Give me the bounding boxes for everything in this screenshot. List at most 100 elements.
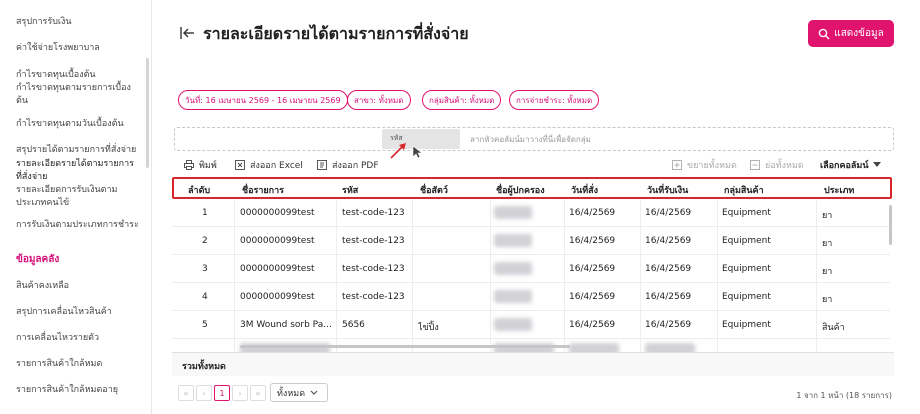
- filter-chip-payment[interactable]: การจ่ายชำระ: ทั้งหมด: [509, 90, 600, 110]
- cell-item-name: 0000000099test: [240, 264, 315, 274]
- sidebar-item-profit-loss-by-day[interactable]: กำไรขาดทุนตามวันเบื้องต้น: [16, 116, 124, 130]
- cell-product-group: Equipment: [722, 208, 771, 218]
- cell-index: 2: [202, 236, 208, 246]
- excel-file-icon: [235, 160, 245, 170]
- redacted-owner-name: [494, 262, 532, 275]
- cell-pet-name: ไข่ปิ้ง: [418, 323, 439, 333]
- mouse-cursor-icon: [412, 145, 423, 159]
- cell-code: test-code-123: [342, 208, 405, 218]
- pager-next-button[interactable]: ›: [232, 385, 248, 401]
- cell-product-group: Equipment: [722, 236, 771, 246]
- cell-type: สินค้า: [822, 323, 845, 333]
- column-header-pet-name[interactable]: ชื่อสัตว์: [420, 183, 448, 197]
- export-pdf-label: ส่งออก PDF: [332, 161, 379, 171]
- table-horizontal-scrollbar[interactable]: [240, 345, 570, 348]
- expand-all-button[interactable]: ขยายทั้งหมด: [672, 158, 737, 172]
- cell-payment-date: 16/4/2569: [645, 320, 692, 330]
- sidebar-item-payment-by-type[interactable]: การรับเงินตามประเภทการชำระ: [16, 217, 139, 231]
- cell-index: 5: [202, 320, 208, 330]
- print-button[interactable]: พิมพ์: [184, 158, 217, 172]
- filter-chip-product-group[interactable]: กลุ่มสินค้า: ทั้งหมด: [422, 90, 502, 110]
- cell-payment-date: 16/4/2569: [645, 264, 692, 274]
- cell-index: 4: [202, 292, 208, 302]
- column-header-code[interactable]: รหัส: [342, 183, 358, 197]
- column-header-item-name[interactable]: ชื่อรายการ: [242, 183, 284, 197]
- sidebar-item-payment-detail-by-patient-type[interactable]: รายละเอียดการรับเงินตามประเภทคนไข้: [16, 184, 134, 210]
- sidebar-item-hospital-expenses[interactable]: ค่าใช้จ่ายโรงพยาบาล: [16, 40, 100, 54]
- sidebar-item-low-stock[interactable]: รายการสินค้าใกล้หมด: [16, 356, 102, 370]
- page-size-value: ทั้งหมด: [277, 388, 306, 399]
- sidebar-item-profit-loss[interactable]: กำไรขาดทุนเบื้องต้น: [16, 67, 96, 81]
- redacted-owner-name: [494, 290, 532, 303]
- cell-payment-date: 16/4/2569: [645, 292, 692, 302]
- cell-order-date: 16/4/2569: [569, 264, 616, 274]
- filter-chip-bar: วันที่: 16 เมษายน 2569 - 16 เมษายน 2569 …: [172, 80, 608, 118]
- page-title: รายละเอียดรายได้ตามรายการที่สั่งจ่าย: [203, 24, 469, 43]
- table-header-row: ลำดับ ชื่อรายการ รหัส ชื่อสัตว์ ชื่อผู้ป…: [172, 177, 892, 199]
- collapse-all-label: ย่อทั้งหมด: [765, 161, 804, 171]
- column-header-index[interactable]: ลำดับ: [188, 183, 210, 197]
- table-row[interactable]: 2 0000000099test test-code-123 16/4/2569…: [172, 227, 890, 255]
- cell-product-group: Equipment: [722, 292, 771, 302]
- chevron-down-icon: [310, 390, 318, 395]
- collapse-all-icon: [750, 160, 760, 170]
- cell-index: 1: [202, 208, 208, 218]
- pager-first-button[interactable]: «: [178, 385, 194, 401]
- pager-page-1[interactable]: 1: [214, 385, 230, 401]
- sidebar-item-stock-movement-each[interactable]: การเคลื่อนไหวรายตัว: [16, 330, 99, 344]
- column-header-order-date[interactable]: วันที่สั่ง: [571, 183, 598, 197]
- cell-payment-date: 16/4/2569: [645, 208, 692, 218]
- export-pdf-button[interactable]: ส่งออก PDF: [317, 158, 379, 172]
- pager-prev-button[interactable]: ‹: [196, 385, 212, 401]
- sidebar-item-stock-movement-summary[interactable]: สรุปการเคลื่อนไหวสินค้า: [16, 304, 112, 318]
- total-label: รวมทั้งหมด: [182, 362, 226, 372]
- redacted-owner-name: [494, 206, 532, 219]
- caret-down-icon: [873, 162, 882, 167]
- column-header-type[interactable]: ประเภท: [824, 183, 854, 197]
- export-excel-button[interactable]: ส่งออก Excel: [235, 158, 303, 172]
- sidebar-item-payment-summary[interactable]: สรุปการรับเงิน: [16, 14, 72, 28]
- column-header-product-group[interactable]: กลุ่มสินค้า: [724, 183, 764, 197]
- cell-product-group: Equipment: [722, 264, 771, 274]
- table-vertical-scrollbar[interactable]: [889, 205, 892, 245]
- cell-item-name: 0000000099test: [240, 236, 315, 246]
- sidebar-item-income-summary-by-order[interactable]: สรุปรายได้ตามรายการที่สั่งจ่าย: [16, 142, 136, 156]
- table-row[interactable]: 1 0000000099test test-code-123 16/4/2569…: [172, 199, 890, 227]
- show-data-label: แสดงข้อมูล: [834, 28, 884, 39]
- show-data-button[interactable]: แสดงข้อมูล: [808, 20, 894, 47]
- sidebar-section-stock: ข้อมูลคลัง: [16, 254, 60, 265]
- sidebar-item-near-expiry[interactable]: รายการสินค้าใกล้หมดอายุ: [16, 382, 118, 396]
- table-row[interactable]: 3 0000000099test test-code-123 16/4/2569…: [172, 255, 890, 283]
- page-size-select[interactable]: ทั้งหมด: [270, 383, 328, 402]
- collapse-all-button[interactable]: ย่อทั้งหมด: [750, 158, 804, 172]
- cell-type: ยา: [822, 211, 833, 221]
- filter-chip-branch[interactable]: สาขา: ทั้งหมด: [347, 90, 411, 110]
- cell-item-name: 0000000099test: [240, 292, 315, 302]
- cell-type: ยา: [822, 295, 833, 305]
- expand-all-icon: [672, 160, 682, 170]
- filter-chip-date[interactable]: วันที่: 16 เมษายน 2569 - 16 เมษายน 2569: [178, 90, 348, 110]
- export-excel-label: ส่งออก Excel: [250, 161, 303, 171]
- collapse-sidebar-icon[interactable]: [179, 25, 195, 41]
- cell-order-date: 16/4/2569: [569, 236, 616, 246]
- cell-item-name: 0000000099test: [240, 208, 315, 218]
- sidebar-item-stock-remaining[interactable]: สินค้าคงเหลือ: [16, 278, 69, 292]
- table-summary-bar: [172, 352, 894, 376]
- column-header-payment-date[interactable]: วันที่รับเงิน: [647, 183, 688, 197]
- cell-item-name: 3M Wound sorb Pa...: [240, 320, 332, 330]
- column-chooser-dropdown[interactable]: เลือกคอลัมน์: [820, 158, 882, 172]
- sidebar-item-income-detail-by-order[interactable]: รายละเอียดรายได้ตามรายการที่สั่งจ่าย: [16, 158, 134, 184]
- drag-arrow-icon: [390, 143, 406, 159]
- sidebar-item-profit-loss-by-item[interactable]: กำไรขาดทุนตามรายการเบื้องต้น: [16, 82, 134, 108]
- cell-type: ยา: [822, 267, 833, 277]
- cell-product-group: Equipment: [722, 320, 771, 330]
- cell-order-date: 16/4/2569: [569, 292, 616, 302]
- pager-last-button[interactable]: »: [250, 385, 266, 401]
- income-detail-table: ลำดับ ชื่อรายการ รหัส ชื่อสัตว์ ชื่อผู้ป…: [172, 175, 894, 355]
- table-row[interactable]: 5 3M Wound sorb Pa... 5656 ไข่ปิ้ง 16/4/…: [172, 311, 890, 339]
- column-header-owner-name[interactable]: ชื่อผู้ปกครอง: [496, 183, 545, 197]
- table-row[interactable]: 4 0000000099test test-code-123 16/4/2569…: [172, 283, 890, 311]
- redacted-owner-name: [494, 234, 532, 247]
- sidebar-scrollbar[interactable]: [146, 58, 149, 168]
- cell-order-date: 16/4/2569: [569, 208, 616, 218]
